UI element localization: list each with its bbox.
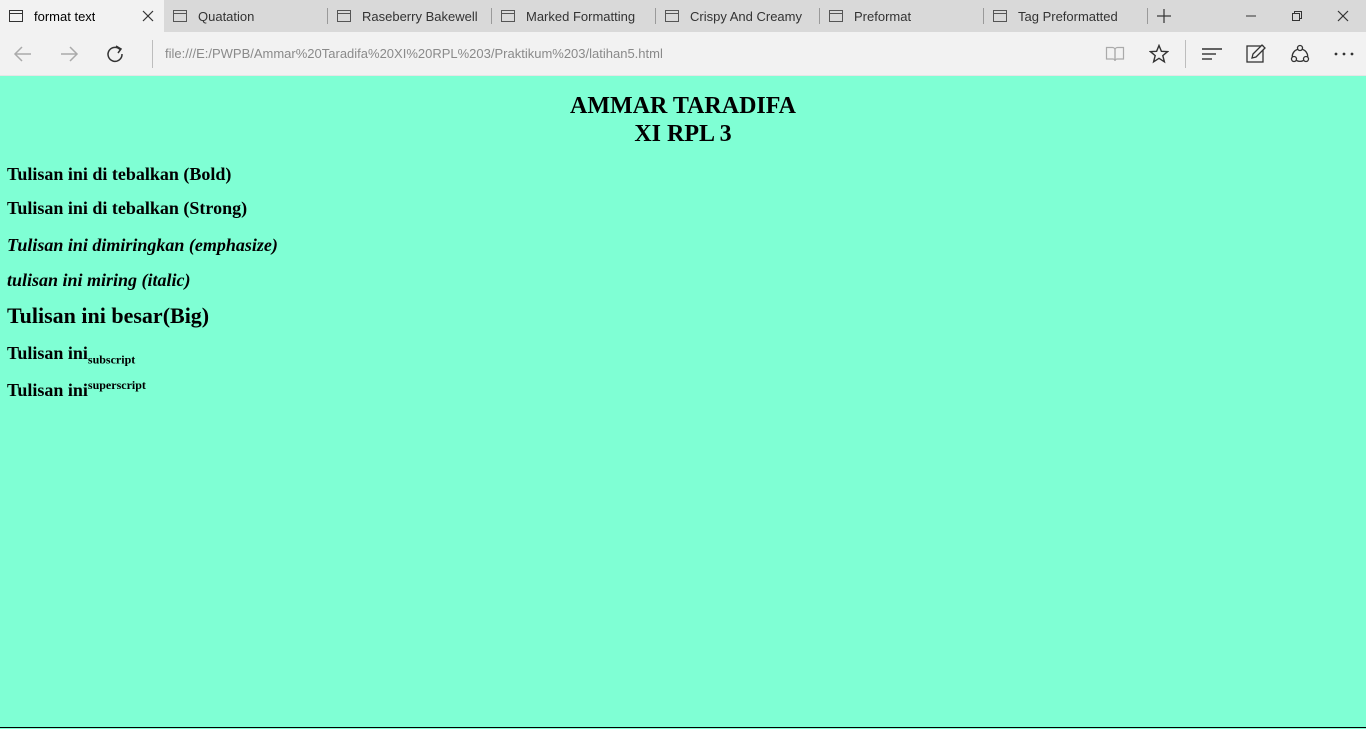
restore-icon xyxy=(1292,11,1302,21)
page-icon xyxy=(828,8,844,24)
tab-label: Marked Formatting xyxy=(526,8,636,24)
tab-tag-preformatted[interactable]: Tag Preformatted xyxy=(984,0,1148,32)
favorite-button[interactable] xyxy=(1137,32,1181,76)
forward-button[interactable] xyxy=(46,32,92,76)
refresh-icon xyxy=(107,44,123,62)
tab-label: Raseberry Bakewell xyxy=(362,8,478,24)
bottom-edge xyxy=(0,727,1366,728)
tab-label: Quatation xyxy=(198,8,255,24)
subscript-text: subscript xyxy=(87,352,136,367)
hub-icon xyxy=(1202,47,1222,60)
tab-crispy-and-creamy[interactable]: Crispy And Creamy xyxy=(656,0,820,32)
web-note-button[interactable] xyxy=(1234,32,1278,76)
strong-text: Tulisan ini di tebalkan (Strong) xyxy=(7,198,248,218)
forward-icon xyxy=(61,45,79,62)
superscript-prefix: Tulisan ini xyxy=(7,379,88,400)
share-icon xyxy=(1290,44,1310,62)
page-icon xyxy=(500,8,516,24)
navigation-bar: file:///E:/PWPB/Ammar%20Taradifa%20XI%20… xyxy=(0,32,1366,76)
toolbar-right xyxy=(1093,32,1366,76)
reading-view-button[interactable] xyxy=(1093,32,1137,76)
reading-view-icon xyxy=(1105,46,1125,61)
close-icon xyxy=(1337,10,1349,22)
tab-preformat[interactable]: Preformat xyxy=(820,0,984,32)
hub-button[interactable] xyxy=(1190,32,1234,76)
close-icon[interactable] xyxy=(140,8,156,24)
tab-format-text[interactable]: format text xyxy=(0,0,164,32)
back-icon xyxy=(13,45,31,62)
heading-class: XI RPL 3 xyxy=(634,121,732,147)
plus-icon xyxy=(1157,9,1171,23)
page-icon xyxy=(336,8,352,24)
page-content: AMMAR TARADIFA XI RPL 3 Tulisan ini di t… xyxy=(0,77,1366,728)
page-icon xyxy=(664,8,680,24)
tab-marked-formatting[interactable]: Marked Formatting xyxy=(492,0,656,32)
subscript-prefix: Tulisan ini xyxy=(7,343,88,363)
tab-label: format text xyxy=(34,8,96,24)
superscript-line: Tulisan inisuperscript xyxy=(7,378,1366,401)
address-divider xyxy=(152,39,153,68)
address-bar[interactable]: file:///E:/PWPB/Ammar%20Taradifa%20XI%20… xyxy=(165,46,1093,61)
tab-strip: format text Quatation Raseberry Bakewell… xyxy=(0,0,1366,32)
page-icon xyxy=(172,8,188,24)
new-tab-button[interactable] xyxy=(1148,0,1180,32)
heading-name: AMMAR TARADIFA xyxy=(570,93,796,119)
web-note-icon xyxy=(1246,43,1266,63)
tab-quatation[interactable]: Quatation xyxy=(164,0,328,32)
tab-separator xyxy=(1147,8,1148,24)
tab-label: Tag Preformatted xyxy=(1018,8,1118,24)
share-button[interactable] xyxy=(1278,32,1322,76)
refresh-button[interactable] xyxy=(92,32,138,76)
tab-label: Crispy And Creamy xyxy=(690,8,802,24)
minimize-icon xyxy=(1246,15,1256,17)
more-button[interactable] xyxy=(1322,32,1366,76)
page-heading: AMMAR TARADIFA XI RPL 3 xyxy=(0,92,1366,148)
more-icon xyxy=(1334,52,1354,55)
page-icon xyxy=(8,8,24,24)
favorite-star-icon xyxy=(1149,43,1169,63)
window-controls xyxy=(1228,0,1366,32)
big-text: Tulisan ini besar(Big) xyxy=(7,303,210,328)
restore-button[interactable] xyxy=(1274,0,1320,32)
close-window-button[interactable] xyxy=(1320,0,1366,32)
tab-label: Preformat xyxy=(854,8,912,24)
bold-text: Tulisan ini di tebalkan (Bold) xyxy=(7,164,232,184)
subscript-line: Tulisan inisubscript xyxy=(7,343,1366,368)
tab-raseberry-bakewell[interactable]: Raseberry Bakewell xyxy=(328,0,492,32)
italic-text: tulisan ini miring (italic) xyxy=(7,270,191,290)
minimize-button[interactable] xyxy=(1228,0,1274,32)
page-icon xyxy=(992,8,1008,24)
toolbar-divider xyxy=(1185,39,1186,68)
superscript-text: superscript xyxy=(87,377,146,392)
emphasize-text: Tulisan ini dimiringkan (emphasize) xyxy=(7,235,278,255)
back-button[interactable] xyxy=(0,32,46,76)
